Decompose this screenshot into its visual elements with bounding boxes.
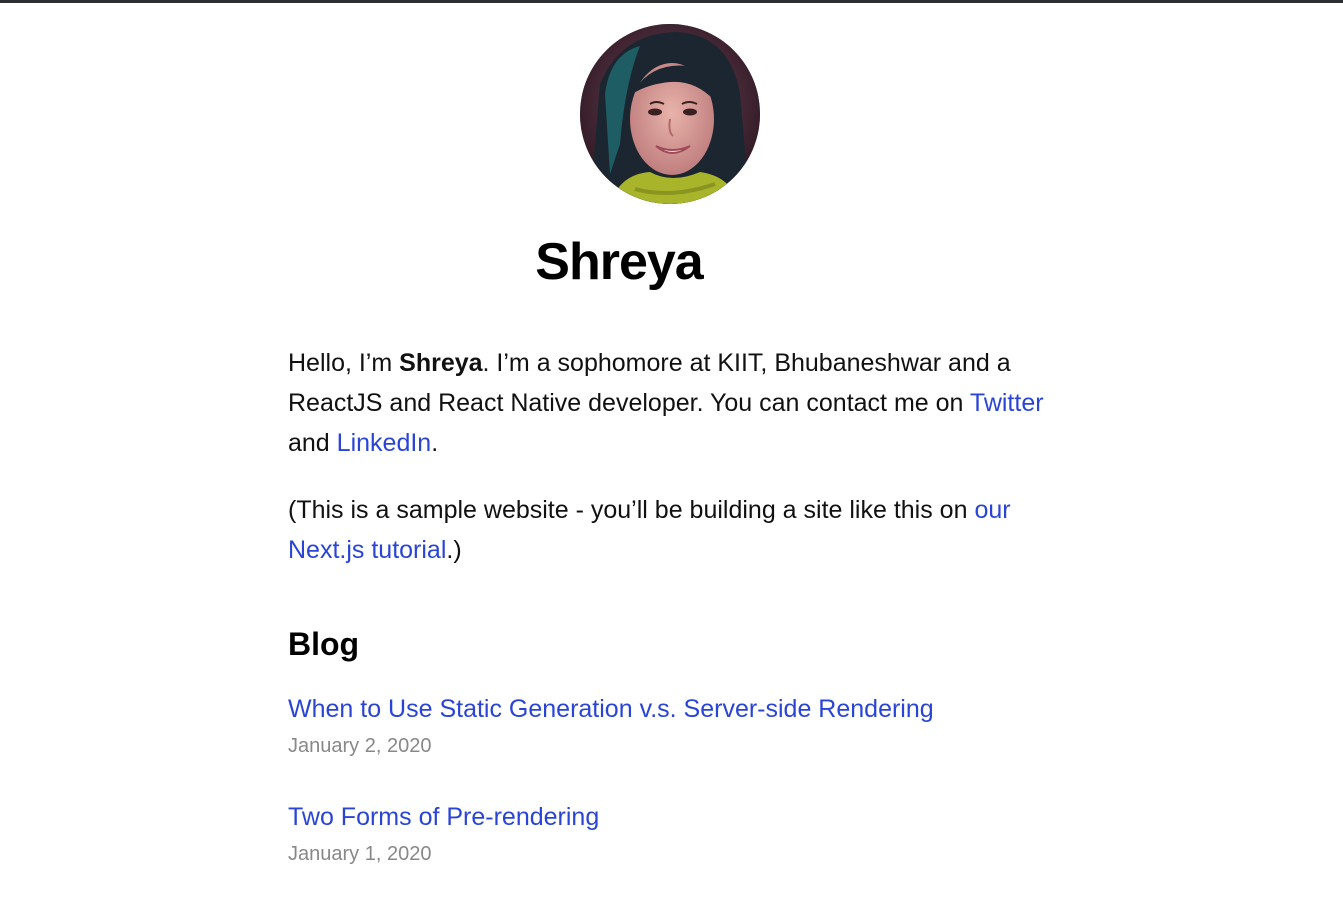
intro-text-4: .: [431, 429, 439, 457]
blog-heading: Blog: [288, 626, 360, 662]
note-text-2: .): [446, 536, 462, 564]
note-text-1: (This is a sample website - you’ll be bu…: [288, 496, 975, 524]
window-top-border: [0, 0, 1343, 3]
intro-name-bold: Shreya: [399, 349, 483, 377]
site-title: Shreya: [535, 233, 703, 291]
linkedin-link[interactable]: LinkedIn: [337, 429, 432, 457]
intro-text-3: and: [288, 429, 337, 457]
blog-post-item: When to Use Static Generation v.s. Serve…: [288, 692, 1056, 759]
intro-text-1: Hello, I’m: [288, 349, 400, 377]
blog-post-date: January 2, 2020: [288, 735, 432, 757]
blog-post-date: January 1, 2020: [288, 843, 432, 865]
blog-post-item: Two Forms of Pre-rendering January 1, 20…: [288, 800, 1056, 867]
blog-post-title-link[interactable]: When to Use Static Generation v.s. Serve…: [288, 692, 1056, 726]
twitter-link[interactable]: Twitter: [970, 389, 1044, 417]
avatar-photo: [580, 24, 760, 204]
profile-avatar: [580, 24, 760, 204]
sample-note-paragraph: (This is a sample website - you’ll be bu…: [288, 490, 1056, 570]
intro-paragraph: Hello, I’m Shreya. I’m a sophomore at KI…: [288, 343, 1056, 463]
blog-post-title-link[interactable]: Two Forms of Pre-rendering: [288, 800, 1056, 834]
